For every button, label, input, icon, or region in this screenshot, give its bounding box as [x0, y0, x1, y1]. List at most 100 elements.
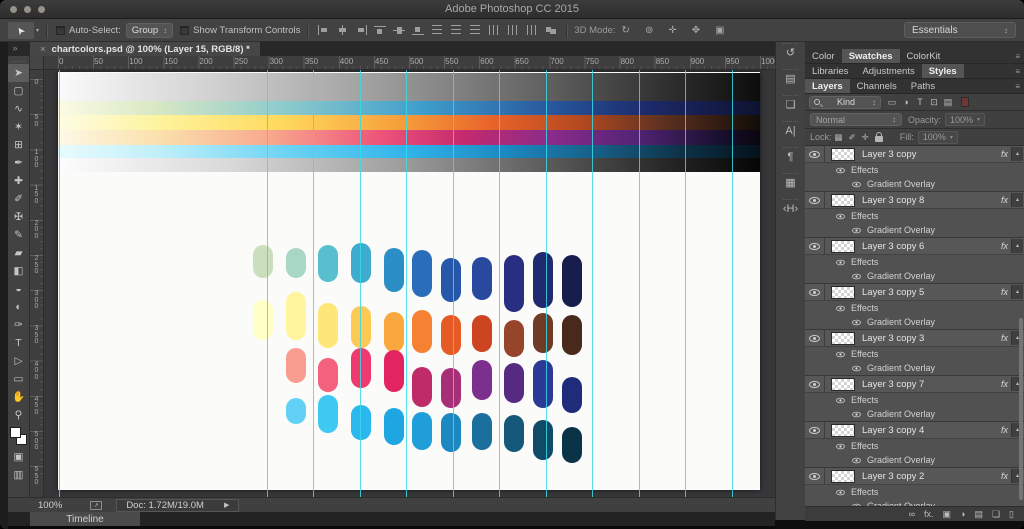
- auto-select-mode-select[interactable]: Group↕: [126, 23, 173, 38]
- effects-row[interactable]: Effects: [805, 301, 1024, 315]
- blend-mode-select[interactable]: Normal↕: [810, 113, 902, 126]
- visibility-eye-icon[interactable]: [836, 258, 845, 265]
- align-left-edges-icon[interactable]: [317, 25, 329, 35]
- visibility-cell[interactable]: [805, 422, 825, 438]
- tab-colorkit[interactable]: ColorKit: [900, 49, 948, 63]
- document-tab[interactable]: × chartcolors.psd @ 100% (Layer 15, RGB/…: [30, 42, 260, 56]
- distribute-top-edges-icon[interactable]: [431, 25, 443, 35]
- screen-mode-icon[interactable]: ▥: [8, 466, 29, 484]
- color-pill[interactable]: [441, 258, 461, 302]
- auto-select-checkbox[interactable]: [56, 26, 65, 35]
- effects-row[interactable]: Effects: [805, 255, 1024, 269]
- color-pill[interactable]: [472, 360, 492, 400]
- color-pill[interactable]: [504, 415, 524, 452]
- gradient-overlay-row[interactable]: Gradient Overlay: [805, 177, 1024, 191]
- distribute-left-edges-icon[interactable]: [488, 25, 500, 35]
- share-icon[interactable]: ↗: [90, 501, 102, 510]
- vertical-ruler[interactable]: 050100150200250300350400450500550: [30, 70, 44, 497]
- effects-row[interactable]: Effects: [805, 163, 1024, 177]
- eyedropper-tool-icon[interactable]: ✒: [8, 154, 29, 172]
- ruler-corner[interactable]: [30, 56, 44, 70]
- lock-all-icon[interactable]: [875, 136, 883, 142]
- color-pill[interactable]: [286, 292, 306, 340]
- visibility-eye-icon[interactable]: [836, 488, 845, 495]
- paragraph-panel-icon[interactable]: ¶: [776, 146, 805, 172]
- move-tool-icon[interactable]: ➤: [8, 64, 29, 82]
- color-pill[interactable]: [318, 303, 338, 348]
- guide-line[interactable]: [453, 70, 454, 497]
- visibility-eye-icon[interactable]: [836, 350, 845, 357]
- visibility-eye-icon[interactable]: [852, 502, 861, 506]
- align-bottom-edges-icon[interactable]: [412, 25, 424, 35]
- visibility-eye-icon[interactable]: [809, 196, 820, 205]
- gradient-overlay-row[interactable]: Gradient Overlay: [805, 269, 1024, 283]
- visibility-eye-icon[interactable]: [852, 180, 861, 187]
- gradient-overlay-row[interactable]: Gradient Overlay: [805, 315, 1024, 329]
- color-pill[interactable]: [562, 315, 582, 355]
- color-pill[interactable]: [441, 315, 461, 355]
- color-pill[interactable]: [472, 413, 492, 450]
- filter-toggle[interactable]: [961, 97, 969, 107]
- visibility-eye-icon[interactable]: [809, 288, 820, 297]
- healing-brush-tool-icon[interactable]: ✚: [8, 172, 29, 190]
- color-pill[interactable]: [412, 367, 432, 407]
- move-tool-preset[interactable]: ➤: [8, 22, 34, 39]
- 3d-orbit-icon[interactable]: ↻: [622, 25, 630, 36]
- visibility-eye-icon[interactable]: [836, 442, 845, 449]
- collapse-effects-icon[interactable]: ▴: [1011, 193, 1023, 207]
- visibility-cell[interactable]: [805, 238, 825, 254]
- color-pill[interactable]: [384, 408, 404, 445]
- 3d-pan-icon[interactable]: ✛: [668, 25, 676, 36]
- color-pill[interactable]: [286, 248, 306, 278]
- color-pill[interactable]: [504, 320, 524, 357]
- distribute-bottom-edges-icon[interactable]: [469, 25, 481, 35]
- color-pill[interactable]: [318, 245, 338, 282]
- color-pill[interactable]: [286, 348, 306, 383]
- color-pill[interactable]: [533, 313, 553, 353]
- foreground-color-swatch[interactable]: [10, 427, 21, 438]
- layer-row[interactable]: Layer 3 copy 8fx▴: [805, 192, 1024, 209]
- visibility-eye-icon[interactable]: [809, 472, 820, 481]
- visibility-eye-icon[interactable]: [836, 396, 845, 403]
- layer-row[interactable]: Layer 3 copy 3fx▴: [805, 330, 1024, 347]
- horizontal-ruler[interactable]: 0501001502002503003504004505005506006507…: [44, 56, 775, 70]
- gradient-overlay-row[interactable]: Gradient Overlay: [805, 407, 1024, 421]
- align-horizontal-centers-icon[interactable]: [336, 25, 348, 35]
- zoom-tool-icon[interactable]: ⚲: [8, 406, 29, 424]
- color-pill[interactable]: [533, 420, 553, 460]
- layer-row[interactable]: Layer 3 copy 4fx▴: [805, 422, 1024, 439]
- visibility-eye-icon[interactable]: [809, 380, 820, 389]
- tab-styles[interactable]: Styles: [922, 64, 964, 78]
- panel-menu-icon[interactable]: ≡: [1015, 64, 1024, 78]
- color-pill[interactable]: [384, 312, 404, 352]
- visibility-cell[interactable]: [805, 192, 825, 208]
- layers-scrollbar[interactable]: [1019, 318, 1023, 500]
- filter-type-select[interactable]: Kind ↕: [809, 96, 881, 109]
- color-pill[interactable]: [351, 405, 371, 440]
- color-pill[interactable]: [533, 360, 553, 408]
- filter-pixel-layers-icon[interactable]: ▭: [885, 97, 899, 108]
- layer-thumbnail[interactable]: [831, 286, 855, 299]
- filter-shape-layers-icon[interactable]: ⊡: [927, 97, 941, 108]
- fill-value[interactable]: 100%▾: [918, 131, 958, 144]
- visibility-cell[interactable]: [805, 284, 825, 300]
- color-pill[interactable]: [318, 358, 338, 392]
- eraser-tool-icon[interactable]: ▰: [8, 244, 29, 262]
- guide-line[interactable]: [499, 70, 500, 497]
- guide-line[interactable]: [313, 70, 314, 497]
- filter-smart-objects-icon[interactable]: ▤: [941, 97, 955, 108]
- zoom-level-field[interactable]: 100%: [38, 500, 62, 511]
- visibility-eye-icon[interactable]: [852, 456, 861, 463]
- effects-row[interactable]: Effects: [805, 439, 1024, 453]
- path-select-tool-icon[interactable]: ▷: [8, 352, 29, 370]
- color-pill[interactable]: [351, 243, 371, 283]
- color-pill[interactable]: [351, 348, 371, 388]
- guide-line[interactable]: [267, 70, 268, 497]
- color-pill[interactable]: [472, 257, 492, 300]
- crop-tool-icon[interactable]: ⊞: [8, 136, 29, 154]
- new-layer-icon[interactable]: ❏: [992, 509, 1000, 520]
- link-layers-icon[interactable]: ∞: [909, 509, 915, 519]
- color-pill[interactable]: [441, 413, 461, 452]
- filter-adjustment-layers-icon[interactable]: ◑: [899, 97, 913, 107]
- canvas-viewport[interactable]: [44, 70, 775, 497]
